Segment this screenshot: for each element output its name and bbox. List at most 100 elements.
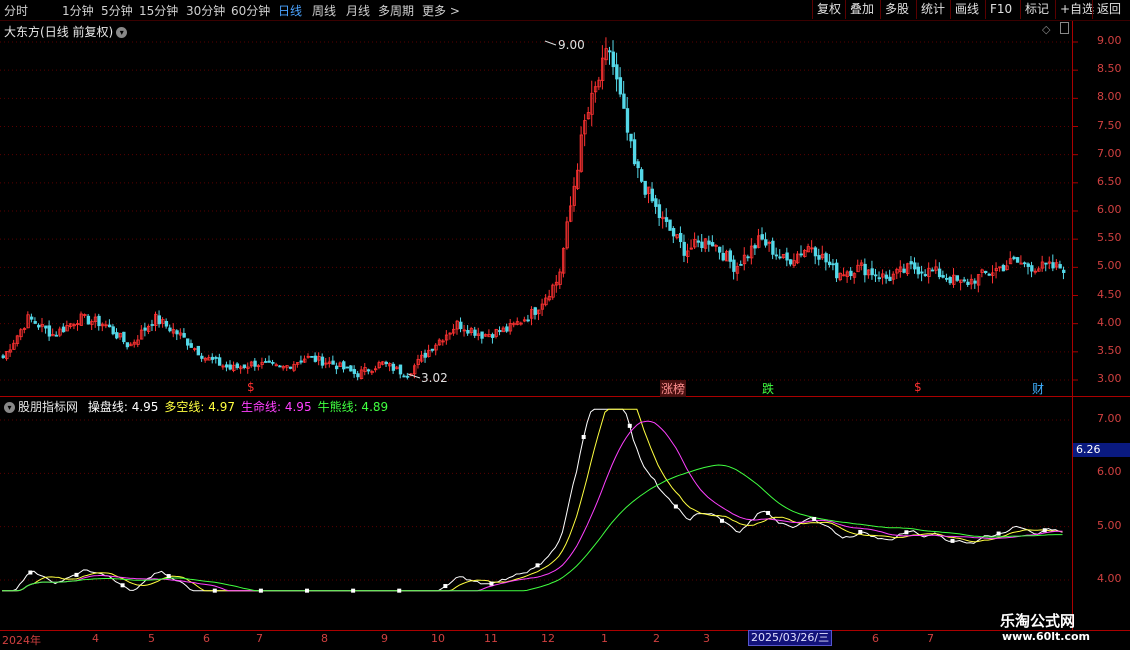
candle-body (175, 330, 179, 335)
candle-body (1062, 269, 1066, 273)
candle-body (916, 266, 920, 275)
indicator-dot (305, 588, 310, 593)
candle-body (650, 188, 654, 202)
candle-body (157, 315, 161, 325)
candle-body (888, 276, 892, 281)
candle-body (710, 242, 715, 247)
candle-body (615, 64, 619, 80)
indicator-dot (627, 423, 632, 428)
indicator-dot (166, 574, 171, 579)
candle-body (668, 219, 672, 231)
candle-body (342, 361, 346, 370)
indicator-dot (581, 434, 586, 439)
candle-body (835, 262, 839, 279)
candle-body (817, 255, 821, 260)
candle-body (108, 324, 112, 328)
candle-body (902, 268, 906, 273)
candle-body (200, 355, 204, 359)
candle-body (984, 270, 988, 274)
candle-body (771, 240, 775, 255)
candle-body (721, 252, 725, 261)
candle-body (941, 275, 945, 278)
indicator-line-path-2 (2, 420, 1063, 592)
candle-body (1051, 262, 1055, 269)
candle-body (1015, 257, 1020, 263)
candle-body (732, 259, 736, 272)
candle-body (473, 329, 477, 336)
candle-body (210, 356, 215, 360)
candle-body (264, 361, 268, 363)
candle-body (29, 316, 34, 320)
candle-body (366, 369, 371, 372)
candle-body (700, 241, 704, 249)
indicator-dot (397, 588, 402, 593)
candle-body (1026, 263, 1030, 267)
candle-body (1023, 262, 1027, 265)
candle-body (863, 263, 867, 276)
candle-body (505, 326, 509, 332)
candle-body (288, 366, 293, 369)
candle-body (164, 321, 169, 327)
indicator-dot (351, 588, 356, 593)
indicator-dot (996, 531, 1001, 536)
candle-body (778, 256, 782, 259)
indicator-dot (28, 570, 33, 575)
candle-body (349, 365, 353, 372)
candle-body (632, 139, 637, 165)
candle-body (1058, 264, 1062, 269)
candle-body (225, 364, 229, 368)
candle-body (966, 281, 970, 285)
candle-body (310, 355, 314, 358)
annotation-pointer (544, 40, 557, 46)
indicator-dot (904, 530, 909, 535)
candle-body (253, 360, 257, 367)
candle-body (61, 326, 66, 333)
indicator-dot (719, 518, 724, 523)
candle-body (217, 357, 222, 366)
candle-body (799, 253, 803, 256)
candle-body (115, 332, 119, 339)
candle-body (827, 261, 832, 266)
candle-body (430, 348, 435, 351)
candle-body (913, 262, 917, 270)
candle-body (1044, 262, 1048, 265)
candle-body (405, 375, 410, 378)
candle-body (1012, 256, 1016, 260)
candle-body (320, 356, 325, 366)
indicator-dot (950, 538, 955, 543)
candle-body (1030, 265, 1034, 272)
candle-body (611, 51, 615, 68)
candle-body (391, 363, 396, 371)
candle-body (643, 180, 647, 195)
candle-body (352, 369, 357, 374)
candle-body (228, 364, 232, 370)
candle-body (111, 326, 115, 335)
candle-body (480, 331, 484, 339)
candle-body (870, 268, 874, 276)
chart-svg (0, 37, 1078, 593)
candle-body (696, 240, 701, 243)
candle-body (86, 315, 91, 325)
candle-body (313, 355, 318, 362)
candle-body (150, 324, 154, 326)
candle-body (962, 279, 967, 282)
candle-body (774, 254, 779, 257)
candle-body (182, 333, 186, 338)
candle-body (37, 324, 41, 328)
candle-body (923, 274, 928, 276)
candle-body (186, 338, 190, 346)
candle-body (214, 357, 218, 359)
candle-body (874, 274, 878, 277)
candle-body (459, 321, 463, 330)
candle-body (682, 241, 686, 256)
candle-body (526, 319, 530, 322)
candle-body (466, 329, 470, 334)
candle-body (955, 275, 960, 281)
indicator-dot (443, 584, 448, 589)
candle-body (356, 373, 360, 378)
candle-body (877, 277, 881, 280)
indicator-line-path-1 (2, 408, 1063, 592)
candle-body (760, 234, 764, 240)
candle-body (849, 270, 853, 277)
candle-body (753, 245, 757, 249)
